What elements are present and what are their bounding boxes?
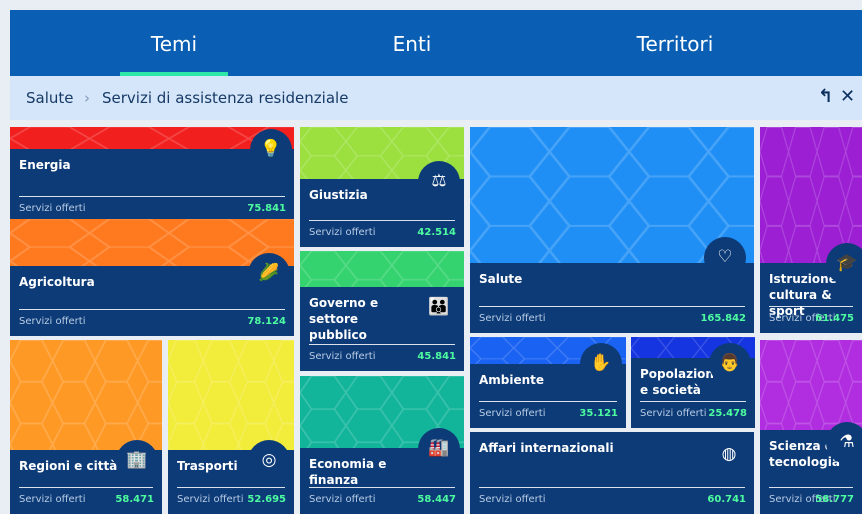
corn-icon: 🌽 [248, 253, 290, 295]
tile-regioni[interactable]: Regioni e città Servizi offerti 58.471 🏢 [10, 340, 162, 514]
tile-panel: Energia Servizi offerti 75.841 [10, 149, 294, 223]
tile-giustizia[interactable]: Giustizia Servizi offerti 42.514 ⚖ [300, 127, 464, 247]
tile-stats: Servizi offerti 61.475 [769, 313, 854, 327]
tile-divider [19, 487, 153, 488]
tile-stat-value: 78.124 [247, 316, 286, 327]
tile-trasporti[interactable]: Trasporti Servizi offerti 52.695 ◎ [168, 340, 294, 514]
flask-icon: ⚗ [826, 422, 862, 464]
tile-stat-value: 58.777 [815, 494, 854, 505]
tile-stat-label: Servizi offerti [479, 408, 546, 419]
breadcrumb-separator: › [84, 89, 90, 107]
tile-stat-value: 52.695 [247, 494, 286, 505]
tile-title: Regioni e città [19, 459, 118, 473]
tile-stat-value: 58.447 [417, 494, 456, 505]
tile-stats: Servizi offerti 58.777 [769, 494, 854, 508]
tile-divider [309, 220, 455, 221]
tab-territori[interactable]: Territori [615, 32, 735, 56]
heart-icon: ♡ [704, 237, 746, 279]
tile-stats: Servizi offerti 52.695 [177, 494, 286, 508]
tile-stat-label: Servizi offerti [640, 408, 707, 419]
tile-divider [177, 487, 285, 488]
tile-title: Ambiente [479, 373, 545, 387]
tile-stat-value: 35.121 [579, 408, 618, 419]
tile-stat-label: Servizi offerti [19, 203, 86, 214]
tile-agricoltura[interactable]: Agricoltura Servizi offerti 78.124 🌽 [10, 219, 294, 336]
tile-divider [19, 309, 285, 310]
tile-stats: Servizi offerti 165.842 [479, 313, 746, 327]
breadcrumb-item-current: Servizi di assistenza residenziale [102, 89, 349, 107]
tile-divider [309, 487, 455, 488]
close-icon[interactable]: ✕ [840, 86, 855, 107]
tile-divider [479, 306, 745, 307]
tile-stat-label: Servizi offerti [309, 494, 376, 505]
tile-affari[interactable]: Affari internazionali Servizi offerti 60.7… [470, 432, 754, 514]
tile-title: Governo e settore pubblico [309, 296, 379, 342]
tile-governo[interactable]: Governo e settore pubblico Servizi offert… [300, 251, 464, 371]
tile-stat-label: Servizi offerti [19, 316, 86, 327]
tile-stat-label: Servizi offerti [479, 494, 546, 505]
tab-enti[interactable]: Enti [362, 32, 462, 56]
tile-stats: Servizi offerti 60.741 [479, 494, 746, 508]
family-icon: 👨 [709, 343, 751, 385]
tile-ambiente[interactable]: Ambiente Servizi offerti 35.121 ✋ [470, 337, 626, 428]
tile-economia[interactable]: Economia e finanza Servizi offerti 58.447 🏭 [300, 376, 464, 514]
tile-divider [479, 401, 617, 402]
tile-title: Salute [479, 272, 523, 286]
tile-stat-label: Servizi offerti [19, 494, 86, 505]
tile-stats: Servizi offerti 45.841 [309, 351, 456, 365]
tile-stats: Servizi offerti 35.121 [479, 408, 618, 422]
hand-leaf-icon: ✋ [580, 343, 622, 385]
tile-divider [640, 401, 746, 402]
tile-stats: Servizi offerti 25.478 [640, 408, 747, 422]
tile-stat-value: 165.842 [700, 313, 746, 324]
tile-title: Economia e finanza [309, 457, 387, 487]
tile-stat-label: Servizi offerti [479, 313, 546, 324]
globe-route-icon: ◎ [248, 440, 290, 482]
tile-title: Giustizia [309, 188, 368, 202]
tile-divider [769, 306, 853, 307]
buildings-icon: 🏢 [116, 440, 158, 482]
tile-stats: Servizi offerti 58.471 [19, 494, 154, 508]
tile-divider [309, 344, 455, 345]
tile-divider [19, 196, 285, 197]
tile-stats: Servizi offerti 78.124 [19, 316, 286, 330]
tile-scienza[interactable]: Scienza e tecnologia Servizi offerti 58.77… [760, 340, 862, 514]
graduation-cap-icon: 🎓 [826, 243, 862, 285]
tile-stat-value: 61.475 [815, 313, 854, 324]
tile-title: Popolazione e società [640, 367, 723, 397]
tile-istruzione[interactable]: Istruzione cultura & sport Servizi offert… [760, 127, 862, 333]
tile-stat-value: 60.741 [707, 494, 746, 505]
scales-icon: ⚖ [418, 161, 460, 203]
lightbulb-icon: 💡 [250, 129, 292, 171]
tile-stat-label: Servizi offerti [309, 351, 376, 362]
tile-divider [479, 487, 745, 488]
tile-stat-label: Servizi offerti [177, 494, 244, 505]
top-navigation: Temi Enti Territori [10, 10, 862, 76]
tile-stat-value: 25.478 [708, 408, 747, 419]
tab-temi[interactable]: Temi [120, 32, 228, 56]
arrow-up-left-icon[interactable]: ↰ [818, 86, 833, 107]
factory-icon: 🏭 [418, 428, 460, 470]
tile-title: Affari internazionali [479, 441, 614, 455]
tile-stat-value: 58.471 [115, 494, 154, 505]
breadcrumb-item-salute[interactable]: Salute [26, 89, 74, 107]
tile-stats: Servizi offerti 58.447 [309, 494, 456, 508]
tile-divider [769, 487, 853, 488]
app-root: Temi Enti Territori Salute › Servizi di … [0, 0, 862, 514]
tile-popolazione[interactable]: Popolazione e società Servizi offerti 25.4… [631, 337, 755, 428]
tile-stat-value: 42.514 [417, 227, 456, 238]
tile-stats: Servizi offerti 42.514 [309, 227, 456, 241]
tile-title: Energia [19, 158, 71, 172]
globe-icon: ◍ [708, 434, 750, 476]
tile-stat-label: Servizi offerti [309, 227, 376, 238]
tile-stats: Servizi offerti 75.841 [19, 203, 286, 217]
tile-title: Agricoltura [19, 275, 95, 289]
tile-stat-value: 45.841 [417, 351, 456, 362]
tile-salute[interactable]: Salute Servizi offerti 165.842 ♡ [470, 127, 754, 333]
people-icon: 👪 [418, 287, 460, 329]
breadcrumb: Salute › Servizi di assistenza residenzi… [10, 76, 862, 120]
tile-energia[interactable]: Energia Servizi offerti 75.841 💡 [10, 127, 294, 223]
tile-stat-value: 75.841 [247, 203, 286, 214]
